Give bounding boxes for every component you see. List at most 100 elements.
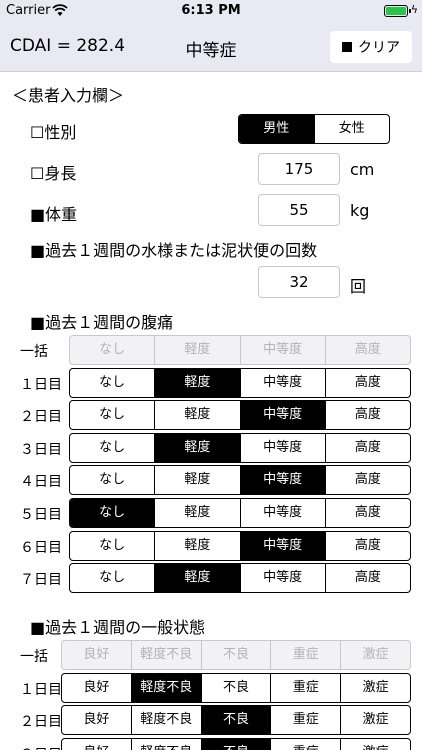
abdominal-option[interactable]: 高度 bbox=[326, 499, 410, 527]
general-option[interactable]: 良好 bbox=[62, 706, 132, 735]
abdominal-option[interactable]: 軽度 bbox=[155, 499, 241, 527]
abdominal-day-selector: なし 軽度 中等度 高度 bbox=[69, 465, 411, 496]
general-day-selector: 良好軽度不良不良重症激症 bbox=[61, 705, 411, 736]
charging-bolt-icon: ϟ bbox=[410, 3, 418, 16]
clear-button[interactable]: クリア bbox=[330, 31, 412, 63]
abdominal-option[interactable]: 高度 bbox=[326, 401, 410, 429]
abdominal-option[interactable]: なし bbox=[70, 368, 156, 397]
abdominal-option: 中等度 bbox=[241, 336, 326, 364]
abdominal-option[interactable]: 中等度 bbox=[240, 466, 326, 495]
general-option[interactable]: 軽度不良 bbox=[131, 673, 202, 702]
abdominal-option[interactable]: なし bbox=[70, 401, 156, 430]
abdominal-day-label: ６日目 bbox=[20, 539, 62, 556]
weight-input[interactable]: 55 bbox=[258, 194, 340, 226]
general-bulk-label: 一括 bbox=[20, 649, 48, 665]
abdominal-option[interactable]: 軽度 bbox=[155, 466, 241, 495]
nav-bar: CDAI = 282.4 中等症 クリア bbox=[0, 22, 422, 72]
abdominal-option: 軽度 bbox=[155, 336, 241, 364]
abdominal-day-selector: なし 軽度 中等度 高度 bbox=[69, 432, 411, 463]
status-bar: Carrier 6:13 PM ϟ bbox=[0, 0, 422, 22]
general-option: 軽度不良 bbox=[132, 641, 202, 669]
abdominal-bulk-selector: なし 軽度 中等度 高度 bbox=[69, 335, 411, 365]
general-option: 不良 bbox=[202, 641, 272, 669]
abdominal-option[interactable]: なし bbox=[70, 433, 156, 462]
sex-label: ☐性別 bbox=[30, 123, 77, 142]
abdominal-option[interactable]: 軽度 bbox=[155, 433, 241, 462]
general-option[interactable]: 良好 bbox=[62, 673, 132, 702]
general-option[interactable]: 重症 bbox=[271, 738, 342, 750]
general-option[interactable]: 軽度不良 bbox=[132, 738, 202, 750]
weight-label: ■体重 bbox=[30, 205, 78, 224]
sex-option-male[interactable]: 男性 bbox=[239, 115, 315, 143]
square-icon bbox=[342, 42, 352, 52]
abdominal-option[interactable]: なし bbox=[70, 466, 156, 495]
abdominal-option[interactable]: 中等度 bbox=[241, 499, 326, 527]
abdominal-day-label: １日目 bbox=[20, 376, 62, 393]
abdominal-option[interactable]: 高度 bbox=[326, 532, 410, 560]
general-option[interactable]: 激症 bbox=[341, 706, 410, 734]
battery-fill bbox=[386, 7, 406, 15]
abdominal-day-selector: なし 軽度 中等度 高度 bbox=[69, 563, 411, 594]
abdominal-option[interactable]: 高度 bbox=[326, 564, 410, 592]
patient-section-header: ＜患者入力欄＞ bbox=[12, 86, 125, 105]
abdominal-option[interactable]: 軽度 bbox=[155, 368, 241, 397]
abdominal-option[interactable]: 軽度 bbox=[155, 564, 241, 593]
abdominal-option: なし bbox=[70, 336, 156, 364]
general-option[interactable]: 良好 bbox=[62, 738, 132, 750]
abdominal-day-label: ３日目 bbox=[20, 441, 62, 458]
abdominal-option[interactable]: 軽度 bbox=[155, 531, 241, 560]
clear-button-label: クリア bbox=[358, 40, 400, 56]
status-time: 6:13 PM bbox=[181, 3, 241, 18]
general-option[interactable]: 不良 bbox=[201, 706, 272, 735]
general-condition-label: ■過去１週間の一般状態 bbox=[30, 618, 206, 637]
abdominal-bulk-label: 一括 bbox=[20, 344, 48, 360]
general-option: 良好 bbox=[62, 641, 132, 669]
abdominal-option[interactable]: 高度 bbox=[326, 466, 410, 494]
general-bulk-selector: 良好 軽度不良 不良 重症 激症 bbox=[61, 640, 411, 670]
abdominal-day-selector: なし 軽度 中等度 高度 bbox=[69, 400, 411, 431]
abdominal-option[interactable]: 中等度 bbox=[241, 368, 326, 397]
sex-option-female[interactable]: 女性 bbox=[315, 115, 390, 143]
height-input[interactable]: 175 bbox=[258, 153, 340, 185]
stool-count-input[interactable]: 32 bbox=[258, 266, 340, 298]
general-option: 激症 bbox=[362, 647, 389, 662]
general-option[interactable]: 重症 bbox=[271, 673, 342, 702]
general-option[interactable]: 軽度不良 bbox=[132, 706, 202, 735]
abdominal-option[interactable]: 中等度 bbox=[240, 401, 326, 430]
abdominal-day-selector: なし 軽度 中等度 高度 bbox=[69, 367, 411, 398]
height-label: ☐身長 bbox=[30, 164, 77, 183]
general-day-selector: 良好軽度不良不良重症激症 bbox=[61, 737, 411, 750]
abdominal-day-label: ５日目 bbox=[20, 507, 62, 523]
general-option[interactable]: 不良 bbox=[201, 738, 272, 750]
general-option[interactable]: 激症 bbox=[341, 674, 410, 702]
abdominal-option[interactable]: なし bbox=[70, 564, 156, 593]
height-unit: cm bbox=[350, 160, 375, 179]
stool-unit: 回 bbox=[350, 277, 367, 296]
abdominal-option[interactable]: 高度 bbox=[326, 369, 410, 397]
sex-selector: 男性 女性 bbox=[238, 114, 390, 144]
general-day-label: ３日目 bbox=[20, 744, 66, 750]
abdominal-option[interactable]: なし bbox=[70, 499, 156, 527]
abdominal-day-label: ７日目 bbox=[20, 572, 62, 589]
abdominal-day-selector: なし 軽度 中等度 高度 bbox=[69, 530, 411, 561]
abdominal-pain-label: ■過去１週間の腹痛 bbox=[30, 313, 174, 332]
general-option: 重症 bbox=[271, 641, 342, 669]
abdominal-option[interactable]: 軽度 bbox=[155, 401, 241, 430]
stool-label: ■過去１週間の水様または泥状便の回数 bbox=[30, 241, 318, 260]
general-option[interactable]: 激症 bbox=[341, 739, 410, 750]
abdominal-option[interactable]: 中等度 bbox=[240, 531, 326, 560]
general-option[interactable]: 重症 bbox=[271, 706, 342, 735]
abdominal-option[interactable]: 中等度 bbox=[241, 433, 326, 462]
general-day-label: ２日目 bbox=[20, 714, 62, 731]
weight-unit: kg bbox=[350, 201, 370, 220]
general-day-label: １日目 bbox=[20, 681, 62, 698]
abdominal-option: 高度 bbox=[354, 342, 381, 357]
general-day-selector: 良好軽度不良不良重症激症 bbox=[61, 672, 411, 703]
abdominal-option[interactable]: 高度 bbox=[326, 434, 410, 462]
abdominal-option[interactable]: 中等度 bbox=[241, 564, 326, 593]
abdominal-day-label: ２日目 bbox=[20, 409, 62, 426]
general-option[interactable]: 不良 bbox=[202, 673, 272, 702]
abdominal-day-selector: なし 軽度 中等度 高度 bbox=[69, 498, 411, 528]
abdominal-day-label: ４日目 bbox=[20, 474, 62, 491]
abdominal-option[interactable]: なし bbox=[70, 531, 156, 560]
